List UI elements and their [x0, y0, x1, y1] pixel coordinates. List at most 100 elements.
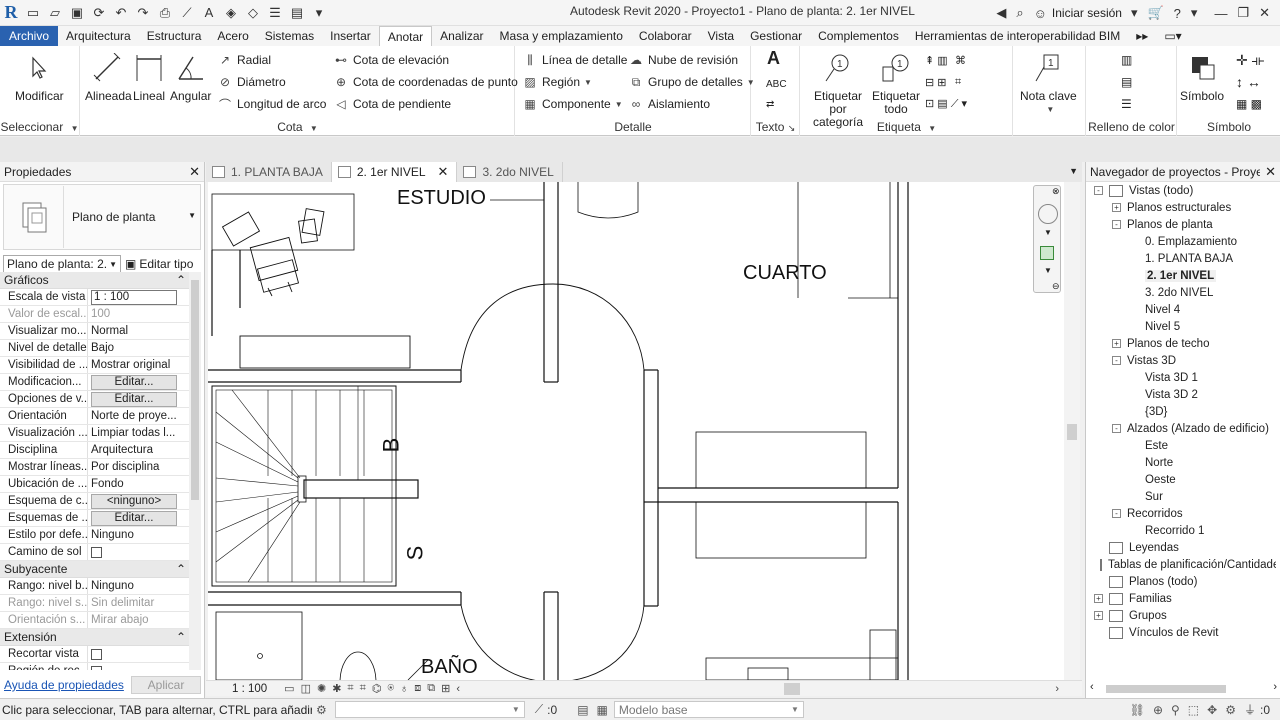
prop-row[interactable]: Visibilidad de ... Mostrar original [0, 357, 190, 374]
prop-row[interactable]: Rango: nivel b... Ninguno [0, 578, 190, 595]
component-button[interactable]: ▦ Componente ▼ [522, 94, 622, 114]
collapse-icon[interactable]: - [1112, 509, 1121, 518]
room-label-bano[interactable]: BAÑO [421, 656, 478, 679]
diameter-dimension-button[interactable]: ⊘ Diámetro [217, 72, 286, 92]
filter-icon[interactable]: ⏚ [1244, 701, 1256, 718]
steering-wheel-icon[interactable] [1038, 204, 1058, 224]
spelling-button[interactable]: ABC [766, 74, 787, 94]
properties-close-icon[interactable]: ✕ [189, 164, 200, 180]
color-fill-legend-icon[interactable]: ☰ [1121, 94, 1132, 114]
panel-label-etiqueta[interactable]: Etiqueta ▼ [801, 120, 1012, 134]
open-icon[interactable]: ▱ [45, 3, 65, 23]
prop-row[interactable]: Opciones de v... Editar... [0, 391, 190, 408]
switch-windows-icon[interactable]: ▤ [287, 3, 307, 23]
tree-node[interactable]: Vista 3D 2 [1086, 386, 1276, 403]
tree-node[interactable]: Vista 3D 1 [1086, 369, 1276, 386]
ribbon-minimize-icon[interactable]: ▭▾ [1156, 26, 1189, 46]
edit-button[interactable]: Editar... [91, 374, 177, 390]
customize-toolbar-icon[interactable]: ▾ [309, 3, 329, 23]
crop-region-icon[interactable]: ⌗ [360, 682, 366, 695]
tab-anotar[interactable]: Anotar [378, 26, 433, 46]
tree-node[interactable]: - Planos de planta [1086, 216, 1276, 233]
properties-help-link[interactable]: Ayuda de propiedades [4, 678, 124, 692]
tree-node[interactable]: Planos (todo) [1086, 573, 1276, 590]
text-button[interactable]: A [767, 48, 780, 68]
sun-path-checkbox[interactable] [91, 546, 102, 558]
edit-button[interactable]: Editar... [91, 391, 177, 407]
instance-filter-dropdown[interactable]: Plano de planta: 2. 1er NIVEL ▼ [3, 255, 121, 273]
drag-elements-icon[interactable]: ✥ [1207, 703, 1217, 717]
prop-row[interactable]: Nivel de detalle Bajo [0, 340, 190, 357]
measure-icon[interactable]: ⟋ [177, 3, 197, 23]
drawing-area[interactable]: ESTUDIO CUARTO BAÑO B S ⊗ ▼ ▼ ⊖ [208, 182, 1064, 680]
material-tag-icon[interactable]: ⌘ [955, 50, 966, 70]
ribbon-overflow-icon[interactable]: ▸▸ [1128, 26, 1156, 46]
canvas-vertical-scrollbar[interactable] [1064, 182, 1080, 680]
span-direction-icon[interactable]: ✛ ⟛ [1236, 50, 1264, 70]
reveal-hidden-icon[interactable]: ⍟ [387, 682, 394, 695]
crop-region-visible-checkbox[interactable] [91, 665, 102, 670]
tab-complementos[interactable]: Complementos [810, 26, 907, 46]
prop-row[interactable]: Modificacion... Editar... [0, 374, 190, 391]
room-tag-icon[interactable]: ⊟ ⊞ [925, 72, 947, 92]
analytical-model-icon[interactable]: ⧉ [427, 682, 435, 695]
tab-vista[interactable]: Vista [700, 26, 742, 46]
constraints-icon[interactable]: ⊞ [441, 682, 450, 695]
print-icon[interactable]: ⎙ [155, 3, 175, 23]
save-icon[interactable]: ▣ [67, 3, 87, 23]
tree-node[interactable]: Vínculos de Revit [1086, 624, 1276, 641]
tab-insertar[interactable]: Insertar [322, 26, 379, 46]
expand-icon[interactable]: + [1094, 594, 1103, 603]
keynote-button[interactable]: 1 Nota clave ▼ [1020, 52, 1077, 116]
tab-colaborar[interactable]: Colaborar [631, 26, 700, 46]
canvas-horizontal-scrollbar[interactable] [524, 683, 1064, 695]
panel-label-cota[interactable]: Cota ▼ [81, 120, 514, 134]
symbol-button[interactable]: Símbolo [1180, 52, 1224, 103]
3d-view-icon[interactable]: ◈ [221, 3, 241, 23]
prop-row[interactable]: Mostrar líneas... Por disciplina [0, 459, 190, 476]
crop-view-icon[interactable]: ⌗ [347, 682, 353, 695]
prop-row[interactable]: Ubicación de ... Fondo [0, 476, 190, 493]
lightbulb-icon[interactable]: ♁ [400, 683, 408, 695]
type-selector[interactable]: Plano de planta ▼ [3, 184, 201, 250]
spot-coordinate-button[interactable]: ⊕ Cota de coordenadas de punto [333, 72, 518, 92]
tree-node[interactable]: 2. 1er NIVEL [1086, 267, 1276, 284]
tree-node[interactable]: Recorrido 1 [1086, 522, 1276, 539]
background-process-icon[interactable]: ⚙ [1225, 703, 1236, 717]
tab-sistemas[interactable]: Sistemas [257, 26, 322, 46]
redo-icon[interactable]: ↷ [133, 3, 153, 23]
tree-node[interactable]: - Vistas 3D [1086, 352, 1276, 369]
multi-tag-icon[interactable]: ⌗ [955, 72, 961, 92]
panel-label-texto[interactable]: Texto ↘ [752, 120, 799, 134]
select-links-icon[interactable]: ⛓ [1130, 703, 1145, 717]
room-label-estudio[interactable]: ESTUDIO [397, 187, 486, 210]
temporary-hide-icon[interactable]: ⌬ [372, 682, 382, 695]
group-extension[interactable]: Extensión ⌃ [0, 629, 190, 646]
chevron-down-icon[interactable]: ▾ [1131, 5, 1138, 21]
temporary-view-icon[interactable]: ⧈ [414, 682, 421, 695]
collapse-icon[interactable]: - [1094, 186, 1103, 195]
revit-logo-icon[interactable]: R [0, 2, 22, 24]
view-tab-1er-nivel[interactable]: 2. 1er NIVEL ✕ [331, 162, 458, 182]
tree-node[interactable]: 3. 2do NIVEL [1086, 284, 1276, 301]
worksharing-icon[interactable]: ⚙ [316, 703, 327, 717]
view-tab-2do-nivel[interactable]: 3. 2do NIVEL [457, 162, 563, 182]
active-option-icon[interactable]: ▦ [597, 703, 608, 717]
tree-node[interactable]: Norte [1086, 454, 1276, 471]
tree-node[interactable]: Nivel 5 [1086, 318, 1276, 335]
restore-icon[interactable]: ❐ [1237, 5, 1249, 21]
prop-row[interactable]: Disciplina Arquitectura [0, 442, 190, 459]
tree-node[interactable]: + Familias [1086, 590, 1276, 607]
sign-in-button[interactable]: Iniciar sesión [1052, 6, 1122, 20]
view-scale-input[interactable]: 1 : 100 [91, 289, 177, 305]
tab-masa-emplazamiento[interactable]: Masa y emplazamiento [492, 26, 631, 46]
tree-node[interactable]: - Vistas (todo) [1086, 182, 1276, 199]
prop-row[interactable]: Esquemas de ... Editar... [0, 510, 190, 527]
tree-node[interactable]: - Recorridos [1086, 505, 1276, 522]
tab-archivo[interactable]: Archivo [0, 26, 59, 46]
tree-node[interactable]: {3D} [1086, 403, 1276, 420]
tab-estructura[interactable]: Estructura [139, 26, 210, 46]
room-label-cuarto[interactable]: CUARTO [743, 262, 827, 285]
zoom-icon[interactable] [1040, 246, 1054, 260]
revision-cloud-button[interactable]: ☁ Nube de revisión [628, 50, 738, 70]
